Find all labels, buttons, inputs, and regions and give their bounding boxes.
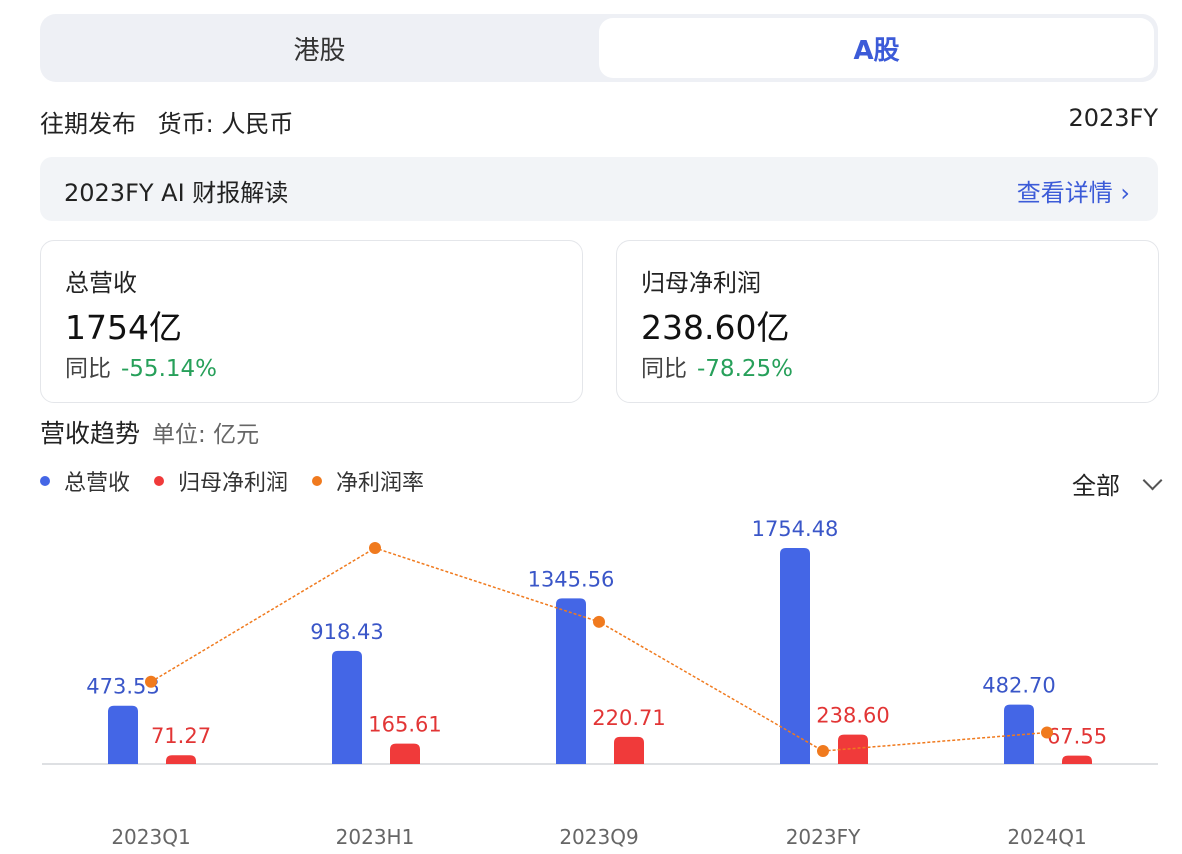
margin-point [145, 675, 157, 688]
net-profit-bar [1062, 755, 1092, 764]
net-profit-data-label: 220.71 [592, 706, 665, 730]
revenue-data-label: 1754.48 [752, 517, 839, 541]
x-tick-label: 2023Q9 [559, 825, 638, 849]
revenue-bar [780, 548, 810, 764]
revenue-data-label: 918.43 [310, 620, 383, 644]
net-profit-bar [166, 755, 196, 764]
net-profit-bar [614, 736, 644, 764]
revenue-data-label: 1345.56 [528, 567, 615, 591]
margin-point [593, 615, 605, 628]
x-tick-label: 2023FY [786, 825, 861, 849]
x-tick-label: 2023Q1 [111, 825, 190, 849]
x-tick-label: 2023H1 [336, 825, 415, 849]
x-tick-label: 2024Q1 [1007, 825, 1086, 849]
net-profit-bar [838, 734, 868, 764]
net-profit-data-label: 238.60 [816, 704, 889, 728]
revenue-bar [332, 650, 362, 764]
net-profit-data-label: 71.27 [151, 724, 211, 748]
net-profit-data-label: 67.55 [1047, 725, 1107, 749]
margin-point [817, 745, 829, 757]
margin-point [1041, 726, 1053, 739]
revenue-bar [108, 705, 138, 764]
revenue-data-label: 482.70 [982, 674, 1055, 698]
net-profit-bar [390, 743, 420, 764]
trend-chart: 473.5371.272023Q1918.43165.612023H11345.… [42, 517, 1158, 849]
revenue-bar [556, 598, 586, 764]
margin-point [369, 542, 381, 554]
net-profit-data-label: 165.61 [368, 713, 441, 737]
